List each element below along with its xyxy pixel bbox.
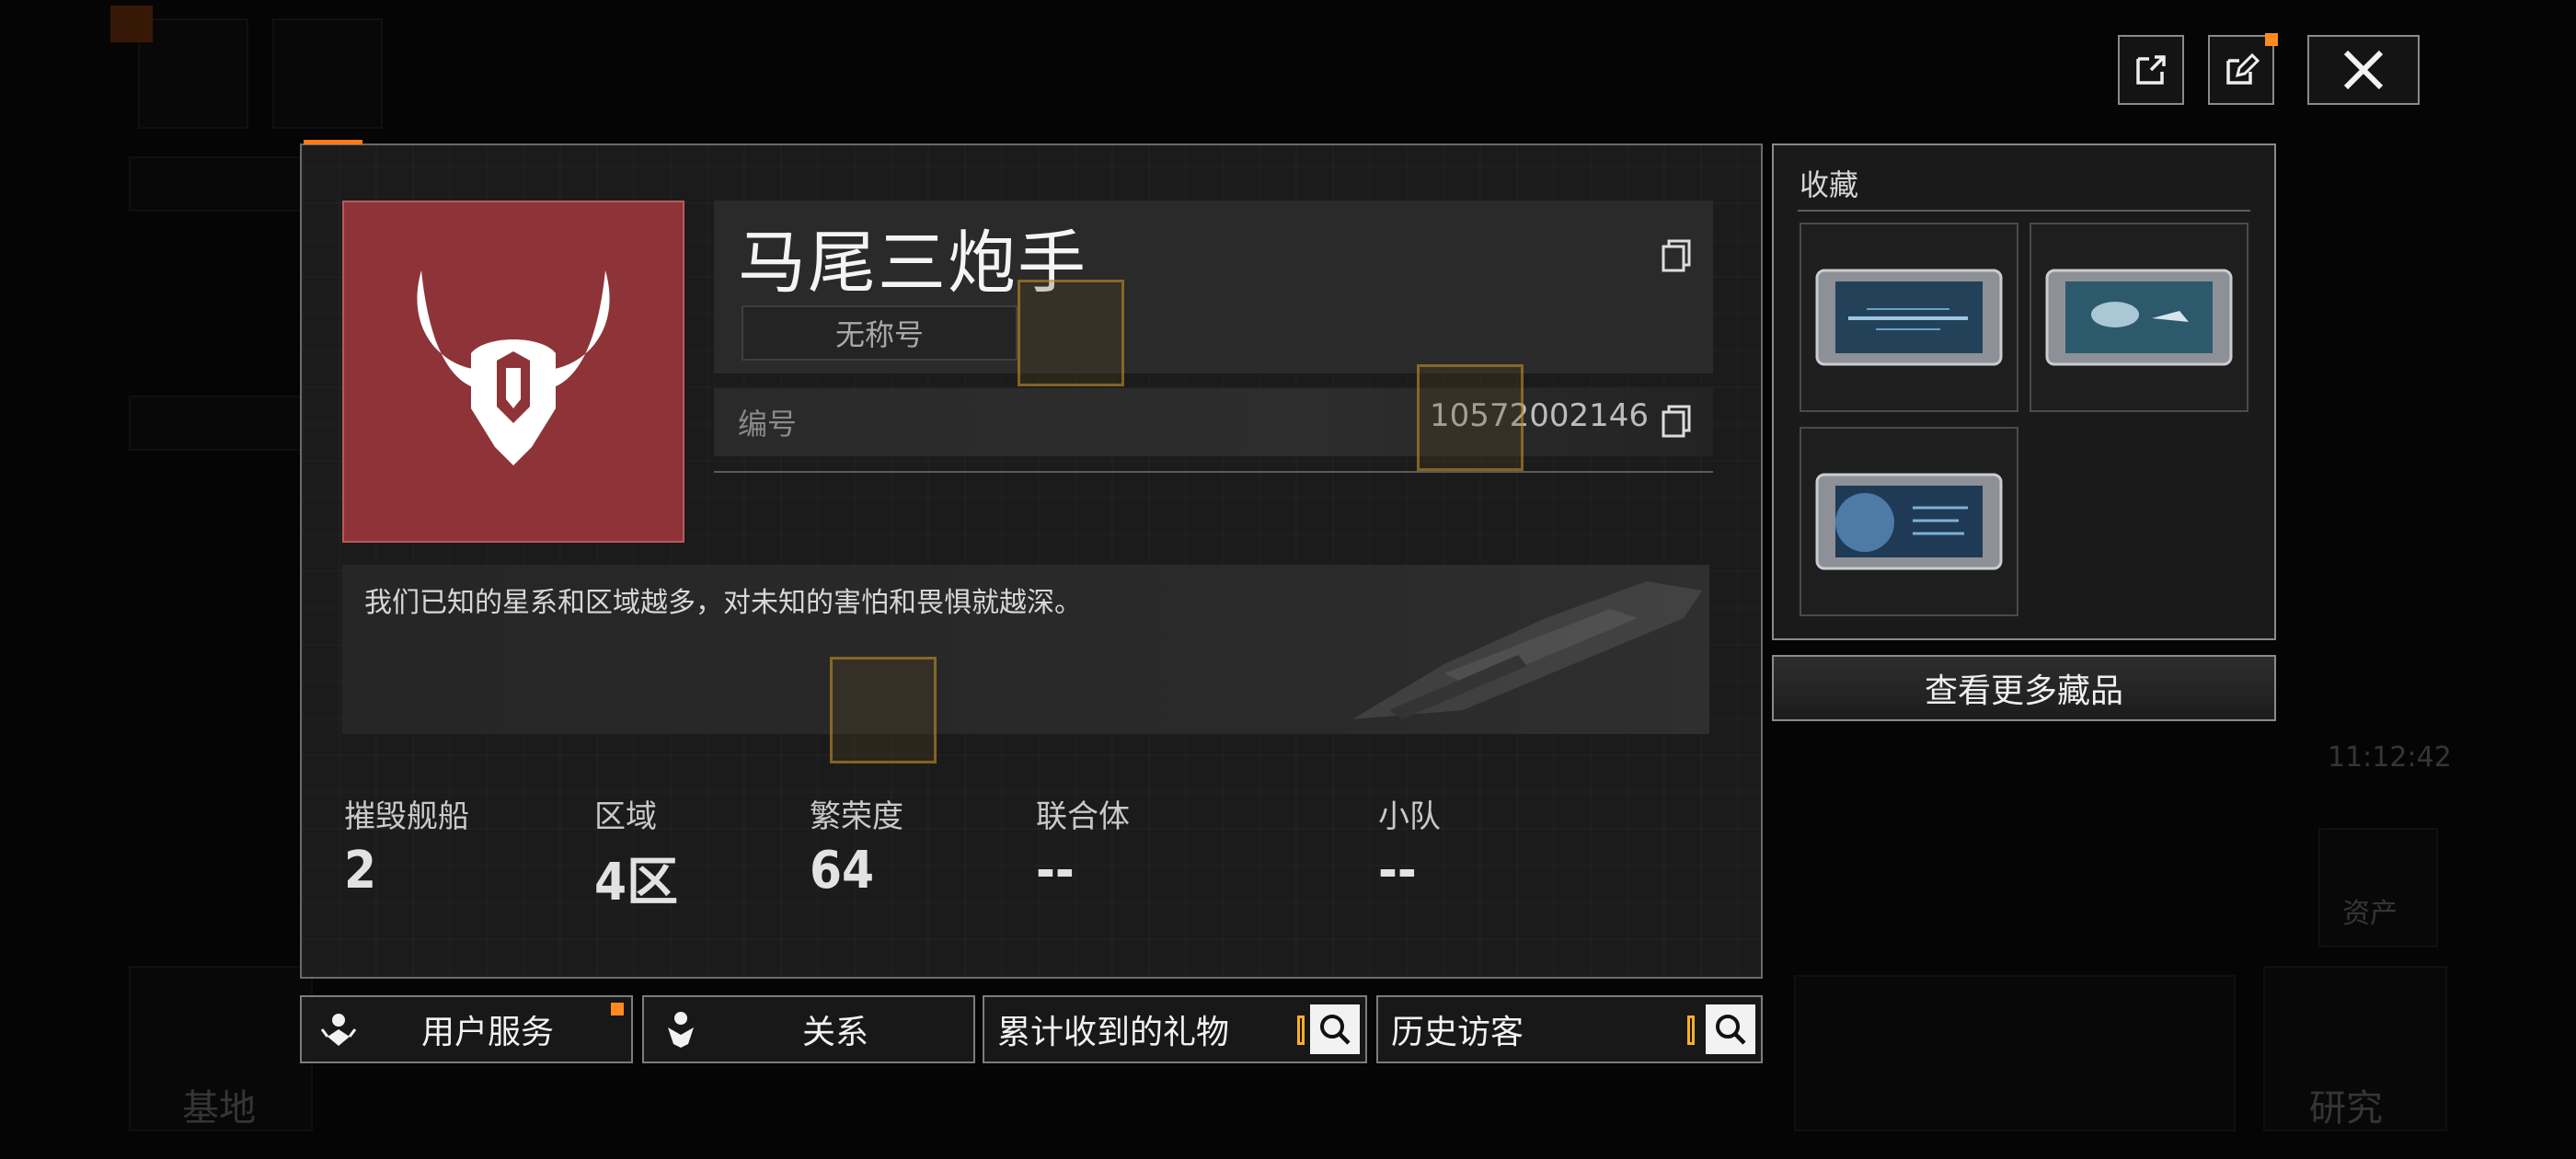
tap-marker	[1417, 364, 1524, 471]
collection-divider	[1798, 210, 2250, 212]
gifts-indicator	[1297, 1016, 1305, 1045]
visitors-indicator	[1687, 1016, 1695, 1045]
relations-icon	[668, 1012, 694, 1048]
bio-text: 我们已知的星系和区域越多，对未知的害怕和畏惧就越深。	[364, 587, 1082, 619]
stat-label-squad: 小队	[1378, 798, 1441, 835]
view-more-collection-button[interactable]: 查看更多藏品	[1772, 655, 2276, 721]
stat-label-prosperity: 繁荣度	[810, 798, 903, 835]
player-id-label: 编号	[738, 407, 798, 442]
collection-card-2[interactable]	[2030, 223, 2248, 412]
background-base-label: 基地	[182, 1087, 256, 1130]
share-button[interactable]	[2118, 35, 2184, 105]
bull-emblem-icon	[417, 270, 610, 465]
stat-label-ships-destroyed: 摧毁舰船	[344, 798, 469, 835]
collection-card-3[interactable]	[1800, 427, 2018, 616]
stat-value-alliance: --	[1036, 841, 1075, 901]
user-service-button[interactable]: 用户服务	[300, 995, 633, 1063]
gifts-received-button[interactable]: 累计收到的礼物	[983, 995, 1367, 1063]
visitors-search-button[interactable]	[1706, 1004, 1755, 1054]
visitors-button[interactable]: 历史访客	[1376, 995, 1763, 1063]
screen: 基地 研究 资产 11:12:42 马尾三炮手 无称号 编号 105720021…	[0, 0, 2576, 1159]
tap-marker	[1018, 280, 1124, 386]
planet-card-icon	[1815, 473, 2003, 570]
search-icon	[1716, 1015, 1746, 1045]
user-service-notification-dot	[611, 1003, 624, 1016]
profile-divider	[714, 471, 1713, 473]
stat-value-zone: 4区	[594, 853, 679, 912]
edit-icon	[2226, 52, 2260, 85]
visitors-label: 历史访客	[1391, 1014, 1524, 1051]
stat-value-squad: --	[1378, 841, 1417, 901]
title-chip[interactable]: 无称号	[742, 305, 1018, 361]
starship-card-icon	[2045, 269, 2233, 366]
copy-name-icon[interactable]	[1658, 237, 1695, 274]
avatar[interactable]	[342, 201, 684, 543]
collection-title: 收藏	[1800, 167, 1859, 202]
gifts-search-button[interactable]	[1310, 1004, 1360, 1054]
search-icon	[1320, 1015, 1351, 1045]
relations-button[interactable]: 关系	[642, 995, 975, 1063]
close-button[interactable]	[2307, 35, 2420, 105]
stat-value-ships-destroyed: 2	[344, 841, 377, 901]
tap-marker	[830, 657, 937, 763]
stat-value-prosperity: 64	[810, 841, 875, 901]
stat-label-alliance: 联合体	[1036, 798, 1130, 835]
relations-label: 关系	[802, 1014, 869, 1051]
background-time: 11:12:42	[2328, 741, 2452, 774]
edit-notification-dot	[2265, 33, 2278, 46]
collection-card-1[interactable]	[1800, 223, 2018, 412]
user-service-label: 用户服务	[421, 1014, 555, 1051]
starship-card-icon	[1815, 269, 2003, 366]
panel-accent-bar	[304, 140, 362, 144]
gifts-received-label: 累计收到的礼物	[997, 1014, 1230, 1051]
share-icon	[2136, 55, 2166, 85]
spaceship-illustration	[1352, 581, 1702, 719]
copy-id-icon[interactable]	[1658, 403, 1695, 440]
background-research-label: 研究	[2309, 1087, 2383, 1130]
close-icon	[2343, 50, 2384, 90]
user-service-icon	[320, 1014, 357, 1046]
background-asset-label: 资产	[2342, 898, 2398, 930]
stat-label-zone: 区域	[594, 798, 657, 835]
